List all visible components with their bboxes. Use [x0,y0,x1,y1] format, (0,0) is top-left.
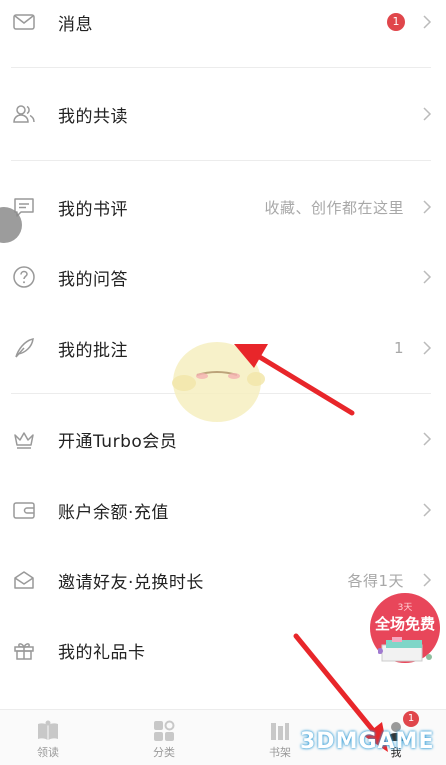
tab-label: 书架 [269,746,291,759]
menu-item-label: 我的共读 [58,106,128,127]
crown-icon [11,426,37,452]
menu-item-annotations[interactable]: 我的批注 1 [0,318,446,378]
books-icon [378,637,432,662]
unread-badge: 1 [387,13,405,31]
menu-item-label: 我的书评 [58,199,128,220]
promo-days: 3天 [397,603,413,613]
promo-title: 全场免费 [374,615,435,633]
menu-item-hint: 1 [393,339,404,357]
wallet-icon [11,497,37,523]
tab-category[interactable]: 分类 [134,710,194,765]
divider [11,160,431,161]
menu-item-messages[interactable]: 消息 1 [0,0,446,52]
menu-item-label: 我的礼品卡 [58,642,146,663]
watermark-text: 3DMGAME [300,729,435,754]
envelope-open-icon [11,567,37,593]
chevron-right-icon [423,573,432,587]
tab-me-badge: 1 [403,711,419,727]
people-icon [11,101,37,127]
menu-item-label: 账户余额·充值 [58,502,169,523]
menu-item-book-reviews[interactable]: 我的书评 收藏、创作都在这里 [0,177,446,237]
tab-label: 领读 [37,746,59,759]
question-icon [11,264,37,290]
chevron-right-icon [423,200,432,214]
menu-item-hint: 各得1天 [347,571,404,590]
open-book-icon [38,720,58,740]
gift-icon [11,637,37,663]
divider [11,393,431,394]
category-grid-icon [154,720,175,741]
bookshelf-icon [271,723,289,740]
menu-item-hint: 收藏、创作都在这里 [264,198,404,217]
chevron-right-icon [423,15,432,29]
chevron-right-icon [423,107,432,121]
menu-item-qa[interactable]: 我的问答 [0,247,446,307]
tab-reading[interactable]: 领读 [18,710,78,765]
chevron-right-icon [423,270,432,284]
free-promo-badge[interactable]: 3天 全场免费 [366,593,444,671]
tab-label: 分类 [153,746,175,759]
menu-item-label: 我的问答 [58,269,128,290]
menu-item-turbo-membership[interactable]: 开通Turbo会员 [0,409,446,469]
menu-item-label: 我的批注 [58,340,128,361]
menu-item-balance-recharge[interactable]: 账户余额·充值 [0,480,446,540]
chevron-right-icon [423,503,432,517]
chevron-right-icon [423,341,432,355]
feather-icon [11,335,37,361]
menu-item-label: 消息 [58,14,93,35]
mail-icon [11,9,37,35]
divider [11,67,431,68]
menu-item-label: 开通Turbo会员 [58,431,178,452]
menu-item-label: 邀请好友·兑换时长 [58,572,204,593]
chevron-right-icon [423,432,432,446]
menu-item-shared-reading[interactable]: 我的共读 [0,84,446,144]
